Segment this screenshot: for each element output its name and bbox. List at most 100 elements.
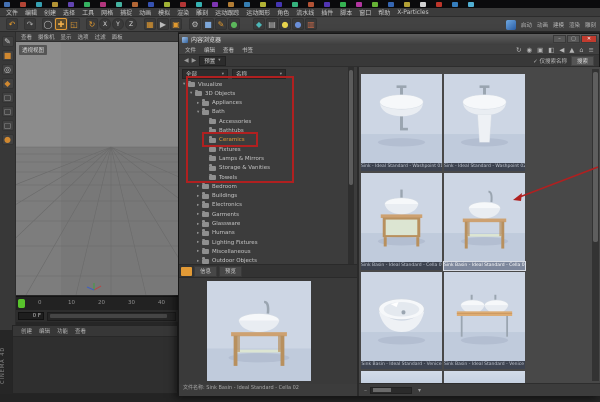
layout-[interactable]: 动画 <box>537 21 548 29</box>
menu-[interactable]: 工具 <box>82 8 94 17</box>
desktop-app-icon[interactable] <box>132 2 138 7</box>
desktop-app-icon[interactable] <box>260 2 266 7</box>
thumbnail-sink-basin-ideal-standard-venice[interactable]: Sink Basin - Ideal Standard - Venice <box>361 272 442 369</box>
menu-[interactable]: 捕捉 <box>120 8 132 17</box>
thumbnail-sink-basin-ideal-standard-venice-02[interactable]: Sink Basin - Ideal Standard - Venice 02 <box>444 272 525 369</box>
menu-[interactable]: 模拟 <box>158 8 170 17</box>
desktop-app-icon[interactable] <box>340 2 346 7</box>
thumbnail-sink-basin-ideal-standard-cella-02[interactable]: Sink Basin - Ideal Standard - Cella 02 <box>444 173 525 270</box>
minimize-button[interactable]: – <box>553 35 566 43</box>
search-button[interactable]: 搜索 <box>571 56 594 66</box>
tree-item-visualize[interactable]: ▾Visualize <box>179 80 347 89</box>
tree-item-buildings[interactable]: ▸Buildings <box>179 192 347 201</box>
live-selection-icon[interactable]: ◯ <box>42 18 54 30</box>
rotate-tool-icon[interactable]: ↻ <box>86 18 98 30</box>
menu-[interactable]: 运动图形 <box>246 8 270 17</box>
tab-preview[interactable]: 预览 <box>219 266 242 277</box>
y-lock-icon[interactable]: Y <box>112 18 124 30</box>
menu-[interactable]: 插件 <box>321 8 333 17</box>
new-folder-icon[interactable]: ▣ <box>537 46 543 54</box>
desktop-app-icon[interactable] <box>52 2 58 7</box>
desktop-app-icon[interactable] <box>180 2 186 7</box>
tree-item-garments[interactable]: ▸Garments <box>179 210 347 219</box>
menu-[interactable]: 渲染 <box>177 8 189 17</box>
tree-item-bedroom[interactable]: ▸Bedroom <box>179 182 347 191</box>
desktop-app-icon[interactable] <box>244 2 250 7</box>
menu-[interactable]: 脚本 <box>340 8 352 17</box>
list-view-icon[interactable]: ≡ <box>589 46 594 54</box>
texture-mode-icon[interactable]: ◎ <box>2 64 14 75</box>
redo-icon[interactable]: ↷ <box>24 18 36 30</box>
desktop-app-icon[interactable] <box>116 2 122 7</box>
filter-dropdown-name[interactable]: 名称▾ <box>232 69 286 79</box>
layout-[interactable]: 启动 <box>521 21 532 29</box>
tree-item-humans[interactable]: ▸Humans <box>179 229 347 238</box>
filter-dropdown-all[interactable]: 全部▾ <box>182 69 228 79</box>
material-menu-[interactable]: 功能 <box>57 327 68 335</box>
environment-icon[interactable]: ● <box>292 18 304 30</box>
layout-[interactable]: 建模 <box>553 21 564 29</box>
menu-[interactable]: 流水线 <box>296 8 314 17</box>
maximize-button[interactable]: ▢ <box>567 35 580 43</box>
menu-[interactable]: 帮助 <box>378 8 390 17</box>
desktop-app-icon[interactable] <box>100 2 106 7</box>
menu-[interactable]: 选择 <box>63 8 75 17</box>
tree-item-towels[interactable]: Towels <box>179 173 347 182</box>
light-icon[interactable]: ● <box>279 18 291 30</box>
pen-spline-icon[interactable]: ✎ <box>215 18 227 30</box>
home-icon[interactable]: ⌂ <box>579 46 583 54</box>
tree-item-ceramics[interactable]: Ceramics <box>179 136 347 145</box>
desktop-app-icon[interactable] <box>372 2 378 7</box>
tree-item-glassware[interactable]: ▸Glassware <box>179 220 347 229</box>
viewport-menu-[interactable]: 显示 <box>61 33 72 41</box>
coord-system-icon[interactable]: ▦ <box>144 18 156 30</box>
layout-cube-icon[interactable] <box>506 20 516 30</box>
tree-item-electronics[interactable]: ▸Electronics <box>179 201 347 210</box>
thumbnail-scrollbar[interactable] <box>592 69 599 381</box>
desktop-app-icon[interactable] <box>68 2 74 7</box>
material-menu-[interactable]: 查看 <box>75 327 86 335</box>
desktop-app-icon[interactable] <box>292 2 298 7</box>
freehand-tool-icon[interactable]: ✎ <box>2 36 14 47</box>
menu-[interactable]: 编辑 <box>25 8 37 17</box>
z-lock-icon[interactable]: Z <box>125 18 137 30</box>
camera-icon[interactable]: ▤ <box>266 18 278 30</box>
render-view-icon[interactable]: ▶ <box>157 18 169 30</box>
thumbnail-sink-ideal-standard-washpoint-02[interactable]: Sink - Ideal Standard - Washpoint 02 <box>444 74 525 171</box>
menu-[interactable]: 雕刻 <box>196 8 208 17</box>
tree-item-storage-vanities[interactable]: Storage & Vanities <box>179 164 347 173</box>
display-options-icon[interactable]: ▾ <box>418 387 421 394</box>
deformer-icon[interactable]: ◆ <box>253 18 265 30</box>
layout-[interactable]: 渲染 <box>569 21 580 29</box>
active-tab-icon[interactable] <box>181 267 192 276</box>
menu-[interactable]: 创建 <box>44 8 56 17</box>
desktop-app-icon[interactable] <box>452 2 458 7</box>
breadcrumb[interactable]: 预置 ▾ <box>199 56 225 66</box>
history-forward-icon[interactable]: ▶ <box>192 57 197 64</box>
desktop-app-icon[interactable] <box>148 2 154 7</box>
history-back-icon[interactable]: ◀ <box>184 57 189 64</box>
viewport-menu-[interactable]: 查看 <box>21 33 32 41</box>
tab-info[interactable]: 信息 <box>194 266 217 277</box>
eye-icon[interactable]: ◉ <box>526 46 532 54</box>
desktop-app-icon[interactable] <box>4 2 10 7</box>
desktop-app-icon[interactable] <box>404 2 410 7</box>
tree-item-appliances[interactable]: ▸Appliances <box>179 99 347 108</box>
desktop-app-icon[interactable] <box>308 2 314 7</box>
thumbnail-sink-basin-ideal-standard-cella-01[interactable]: Sink Basin - Ideal Standard - Cella 01 <box>361 173 442 270</box>
move-tool-icon[interactable]: ✚ <box>55 18 67 30</box>
desktop-app-icon[interactable] <box>420 2 426 7</box>
render-settings-icon[interactable]: ⚙ <box>189 18 201 30</box>
material-menu-[interactable]: 编辑 <box>39 327 50 335</box>
menu-[interactable]: 网格 <box>101 8 113 17</box>
scale-tool-icon[interactable]: ◱ <box>68 18 80 30</box>
desktop-app-icon[interactable] <box>436 2 442 7</box>
menu-x-particles[interactable]: X-Particles <box>397 9 428 16</box>
back-icon[interactable]: ◀ <box>559 46 564 54</box>
edges-mode-icon[interactable]: ▢ <box>2 106 14 117</box>
timeline-scrollbar[interactable] <box>47 312 176 321</box>
layout-[interactable]: 雕刻 <box>585 21 596 29</box>
desktop-app-icon[interactable] <box>228 2 234 7</box>
browser-menu-[interactable]: 书签 <box>242 46 253 54</box>
menu-[interactable]: 动画 <box>139 8 151 17</box>
